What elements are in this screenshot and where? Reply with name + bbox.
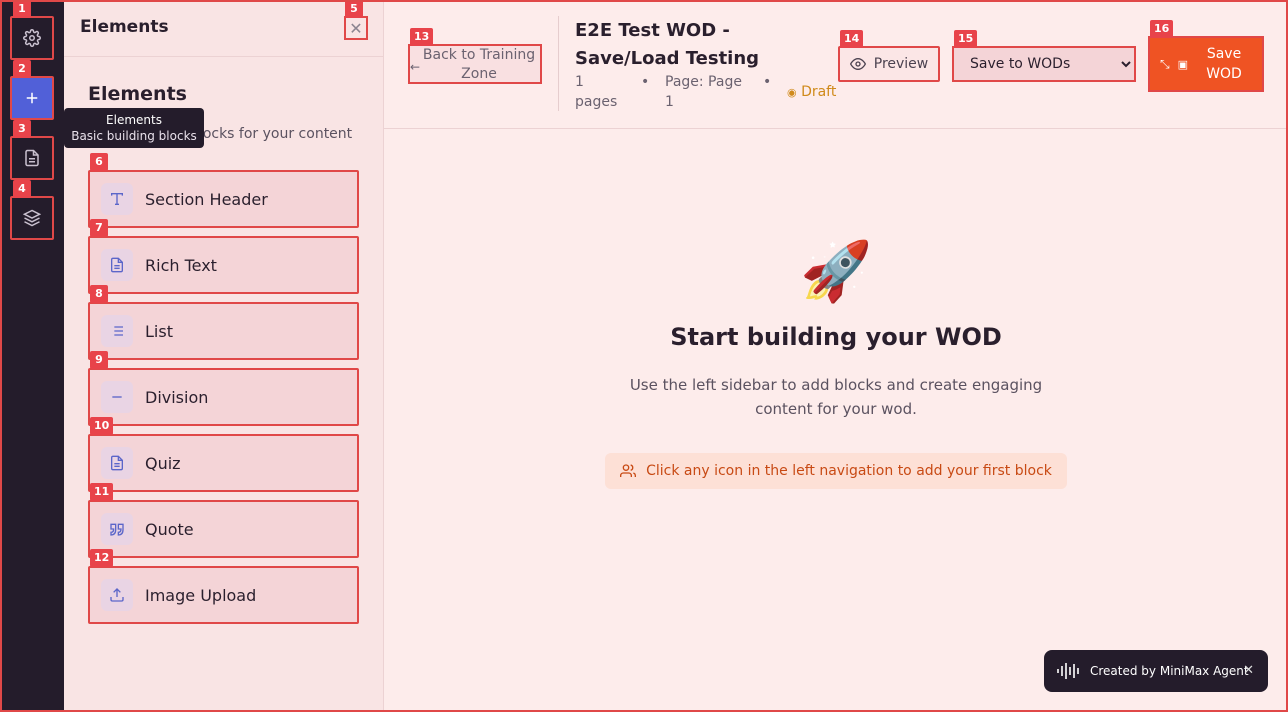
plus-icon	[26, 92, 38, 104]
waveform-icon	[1057, 663, 1079, 679]
element-label: Division	[145, 387, 209, 407]
list-icon	[101, 315, 133, 347]
upload-icon	[101, 579, 133, 611]
status-label: Draft	[801, 84, 837, 100]
pages-count: 1 pages	[575, 74, 618, 110]
badge: 4	[13, 180, 31, 198]
close-icon: ✕	[349, 18, 363, 38]
expand-icon: ⤡	[1160, 56, 1170, 71]
panel-title: Elements	[88, 83, 187, 105]
quote-icon	[101, 513, 133, 545]
badge: 13	[410, 28, 434, 46]
element-quote[interactable]: Quote	[88, 500, 359, 558]
meta-separator: •	[763, 74, 772, 90]
badge: 9	[90, 351, 108, 369]
text-t-icon	[101, 183, 133, 215]
back-to-training-zone-button[interactable]: ← Back to Training Zone	[408, 44, 542, 84]
back-label: Back to Training Zone	[422, 47, 536, 82]
element-section-header[interactable]: Section Header	[88, 170, 359, 228]
save-destination-select[interactable]: Save to WODs	[954, 48, 1134, 80]
users-icon	[620, 464, 637, 477]
status-badge: ◉ Draft	[787, 82, 836, 103]
hint-label: Click any icon in the left navigation to…	[646, 463, 1052, 479]
minus-icon	[101, 381, 133, 413]
element-label: Quote	[145, 519, 194, 539]
badge: 2	[13, 60, 31, 78]
badge: 1	[13, 0, 31, 18]
document-icon	[25, 149, 39, 167]
element-quiz[interactable]: Quiz	[88, 434, 359, 492]
empty-state-subtitle: Use the left sidebar to add blocks and c…	[629, 376, 1043, 418]
gear-icon	[23, 29, 41, 47]
badge: 10	[90, 417, 114, 435]
preview-label: Preview	[873, 56, 929, 72]
toast-label: Created by MiniMax Agent	[1090, 664, 1249, 678]
page-label: Page: Page 1	[665, 74, 742, 110]
panel-header-title: Elements	[80, 17, 169, 37]
settings-button[interactable]	[10, 16, 54, 60]
badge: 12	[90, 549, 114, 567]
tooltip-subtitle: Basic building blocks	[71, 129, 197, 143]
editor-header: ← Back to Training Zone 13 E2E Test WOD …	[384, 0, 1286, 129]
eye-icon	[849, 57, 866, 71]
document-icon	[101, 249, 133, 281]
left-rail	[0, 0, 64, 712]
document-icon	[101, 447, 133, 479]
wod-title: E2E Test WOD - Save/Load Testing	[575, 20, 760, 69]
panel-header: Elements ✕ 5	[64, 0, 383, 57]
layers-button[interactable]	[10, 196, 54, 240]
eye-icon: ◉	[787, 86, 797, 99]
badge: 3	[13, 120, 31, 138]
badge: 11	[90, 483, 114, 501]
element-list[interactable]: List	[88, 302, 359, 360]
minimax-toast: Created by MiniMax Agent ✕	[1044, 650, 1268, 692]
elements-panel: Elements ✕ 5 Elements Basic building blo…	[64, 0, 384, 712]
badge: 5	[345, 0, 363, 18]
element-division[interactable]: Division	[88, 368, 359, 426]
badge: 6	[90, 153, 108, 171]
element-label: Section Header	[145, 189, 268, 209]
tooltip-title: Elements	[106, 113, 162, 127]
elements-button[interactable]	[10, 76, 54, 120]
meta-separator: •	[641, 74, 650, 90]
arrow-left-icon: ←	[410, 60, 421, 74]
badge: 15	[954, 30, 978, 48]
badge: 8	[90, 285, 108, 303]
element-label: Image Upload	[145, 585, 257, 605]
rocket-icon: 🚀	[800, 237, 873, 305]
element-label: List	[145, 321, 173, 341]
badge: 16	[1150, 20, 1174, 38]
layers-icon	[23, 209, 41, 227]
save-label: Save WOD	[1206, 46, 1242, 82]
save-icon: ▣	[1177, 57, 1189, 71]
element-image-upload[interactable]: Image Upload	[88, 566, 359, 624]
empty-state-title: Start building your WOD	[670, 323, 1002, 351]
element-rich-text[interactable]: Rich Text	[88, 236, 359, 294]
preview-button[interactable]: Preview	[838, 46, 940, 82]
pages-button[interactable]	[10, 136, 54, 180]
badge: 14	[840, 30, 864, 48]
empty-state-hint: Click any icon in the left navigation to…	[605, 453, 1067, 489]
save-destination-select-wrap: Save to WODs	[952, 46, 1136, 82]
divider	[558, 16, 559, 111]
save-wod-button[interactable]: ⤡ ▣ Save WOD	[1148, 36, 1264, 92]
element-label: Rich Text	[145, 255, 217, 275]
badge: 7	[90, 219, 108, 237]
toast-close-button[interactable]: ✕	[1243, 663, 1254, 678]
element-label: Quiz	[145, 453, 181, 473]
close-panel-button[interactable]: ✕	[344, 16, 368, 40]
elements-tooltip: Elements Basic building blocks	[64, 108, 204, 148]
